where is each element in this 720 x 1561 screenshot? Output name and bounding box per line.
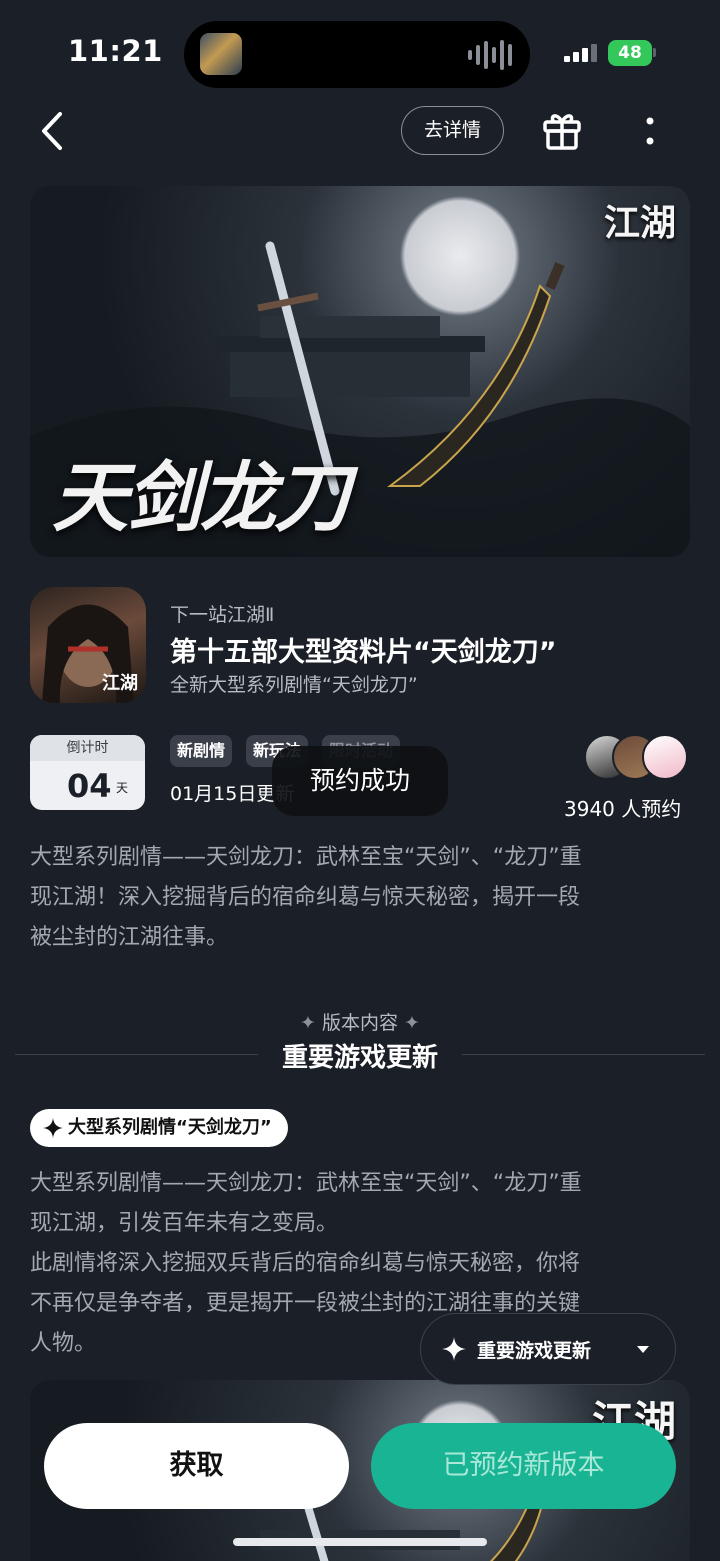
sparkle-icon	[442, 1337, 466, 1361]
feature-line: 大型系列剧情——天剑龙刀：武林至宝“天剑”、“龙刀”重	[30, 1171, 582, 1196]
section-jump-label: 重要游戏更新	[477, 1339, 592, 1362]
event-headline: 第十五部大型资料片“天剑龙刀”	[170, 637, 557, 668]
reservation-count: 3940 人预约	[564, 797, 682, 821]
home-indicator[interactable]	[233, 1538, 487, 1546]
feature-label-pill: 大型系列剧情“天剑龙刀”	[30, 1109, 288, 1147]
now-playing-thumbnail	[200, 33, 242, 75]
cellular-signal-icon	[564, 44, 597, 62]
event-description: 大型系列剧情——天剑龙刀：武林至宝“天剑”、“龙刀”重 现江湖！深入挖掘背后的宿…	[30, 838, 680, 958]
feature-line: 现江湖，引发百年未有之变局。	[30, 1211, 339, 1236]
section-jump-dropdown[interactable]: 重要游戏更新	[420, 1313, 676, 1385]
reservation-success-toast: 预约成功	[272, 746, 448, 816]
description-line: 大型系列剧情——天剑龙刀：武林至宝“天剑”、“龙刀”重	[30, 845, 582, 870]
sparkle-icon: ✦	[300, 1012, 316, 1034]
audio-wave-icon	[468, 39, 512, 71]
description-line: 被尘封的江湖往事。	[30, 925, 229, 950]
status-time: 11:21	[68, 34, 163, 68]
reserved-version-button[interactable]: 已预约新版本	[371, 1423, 676, 1509]
avatar	[642, 734, 688, 780]
more-vertical-icon	[646, 117, 654, 145]
battery-indicator: 48	[608, 40, 652, 66]
sparkle-icon	[43, 1118, 63, 1138]
battery-tip	[653, 48, 656, 57]
countdown-unit: 天	[116, 781, 129, 795]
feature-label: 大型系列剧情“天剑龙刀”	[68, 1117, 272, 1138]
description-line: 现江湖！深入挖掘背后的宿命纠葛与惊天秘密，揭开一段	[30, 885, 581, 910]
gift-icon	[543, 114, 581, 150]
banner-title: 天剑龙刀	[52, 453, 350, 542]
get-button[interactable]: 获取	[44, 1423, 349, 1509]
go-to-details-button[interactable]: 去详情	[401, 106, 504, 155]
countdown-value: 04	[67, 767, 112, 805]
dynamic-island[interactable]	[184, 21, 530, 88]
section-title: 重要游戏更新	[281, 1043, 438, 1073]
tag-new-story: 新剧情	[170, 735, 233, 767]
gift-button[interactable]	[540, 108, 584, 152]
feature-line: 此剧情将深入挖掘双兵背后的宿命纠葛与惊天秘密，你将	[30, 1251, 581, 1276]
countdown-card: 倒计时 04 天	[30, 735, 145, 810]
chevron-left-icon	[42, 112, 62, 150]
more-options-button[interactable]	[636, 112, 664, 152]
app-icon-logo: 江湖	[102, 673, 138, 694]
countdown-label: 倒计时	[30, 735, 145, 761]
sparkle-icon: ✦	[404, 1012, 420, 1034]
section-kicker-text: 版本内容	[321, 1012, 398, 1034]
caret-down-icon	[637, 1346, 649, 1353]
reserver-avatars	[584, 734, 690, 782]
app-icon[interactable]: 江湖	[30, 587, 146, 703]
hero-banner[interactable]: 江湖 天剑龙刀	[30, 186, 690, 557]
event-subtitle: 全新大型系列剧情“天剑龙刀”	[170, 674, 418, 696]
section-kicker: ✦ 版本内容 ✦	[0, 1008, 720, 1035]
back-button[interactable]	[34, 108, 74, 154]
banner-logo: 江湖	[603, 202, 676, 244]
app-name[interactable]: 下一站江湖Ⅱ	[170, 600, 274, 627]
